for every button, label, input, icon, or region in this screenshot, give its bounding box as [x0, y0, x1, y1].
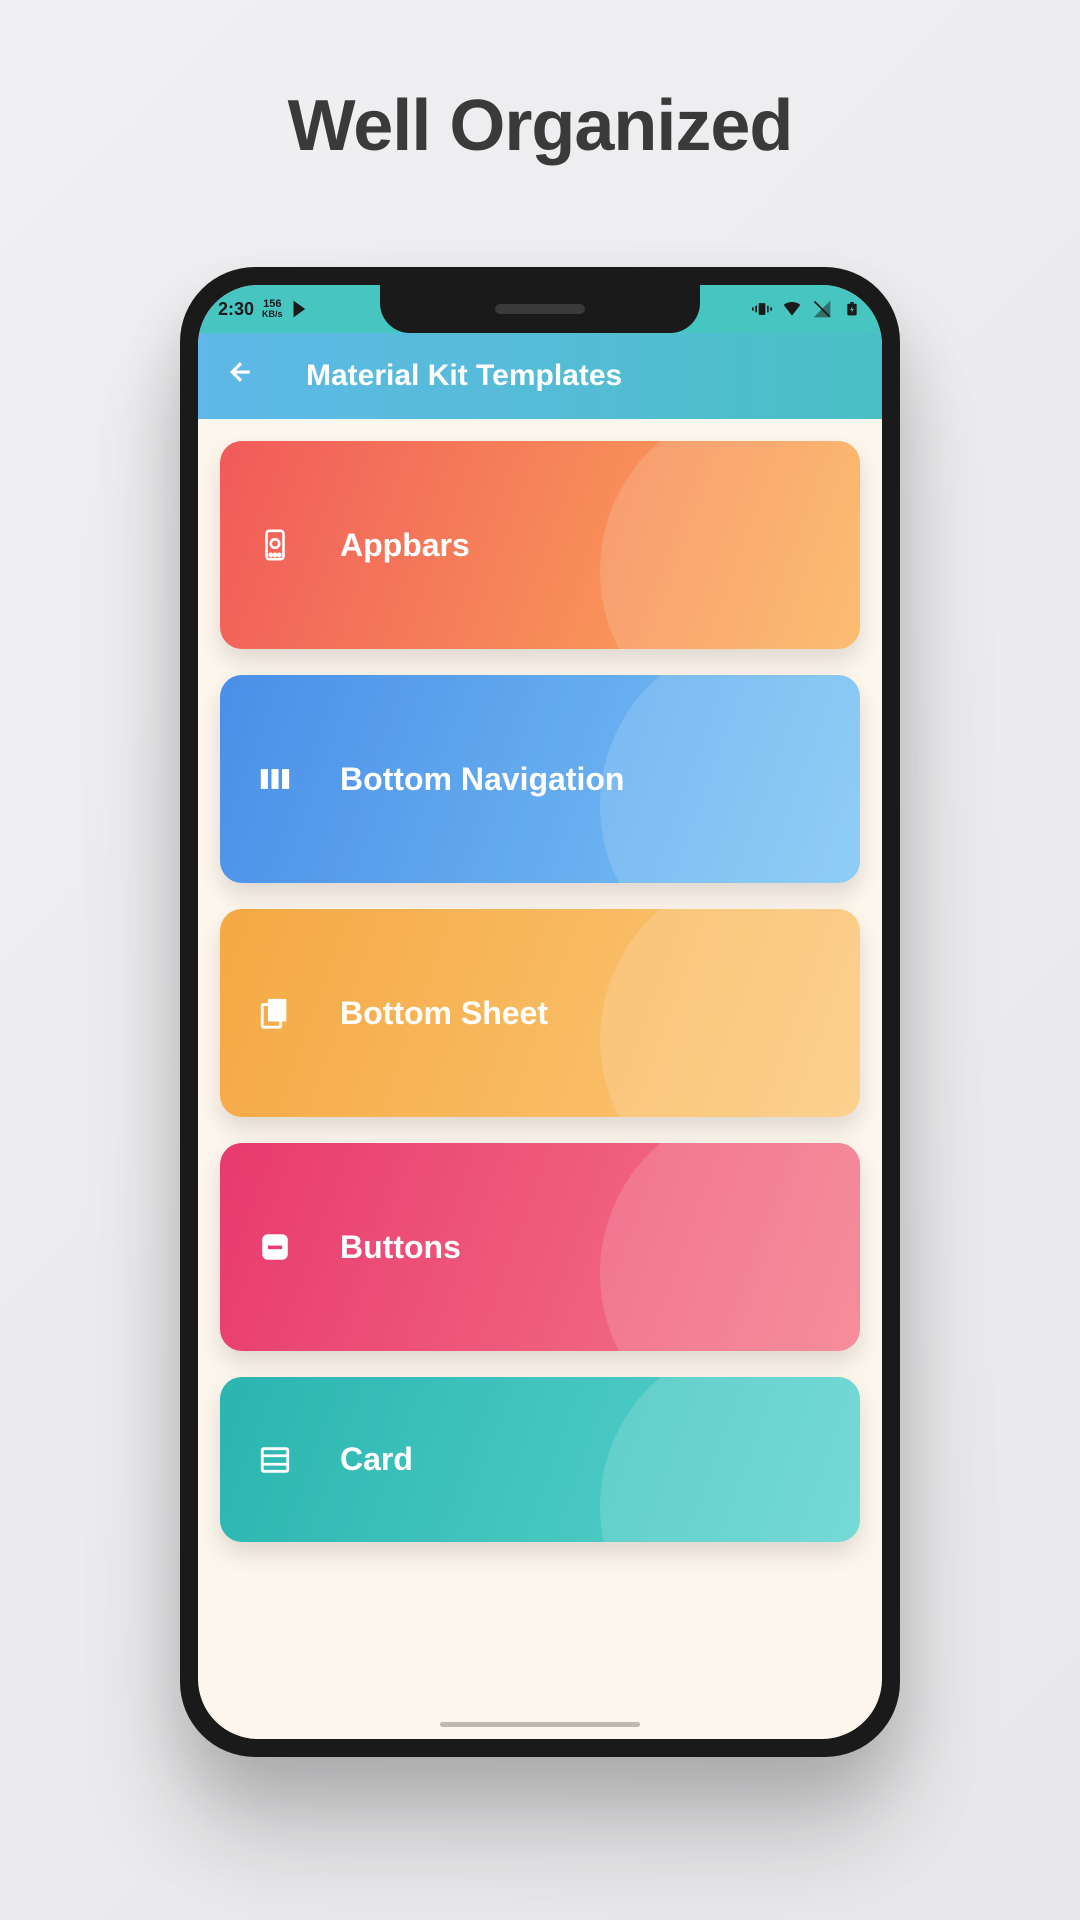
- device-notch: [380, 285, 700, 333]
- status-left: 2:30 156 KB/s: [218, 299, 311, 320]
- decorative-blob: [600, 1377, 860, 1542]
- minus-square-icon: [256, 1228, 294, 1266]
- decorative-blob: [600, 675, 860, 883]
- battery-charging-icon: [842, 299, 862, 319]
- card-label: Card: [340, 1441, 413, 1478]
- card-label: Bottom Sheet: [340, 995, 548, 1032]
- status-speed-unit: KB/s: [262, 310, 283, 319]
- app-header: Material Kit Templates: [198, 333, 882, 419]
- appbars-icon: [256, 526, 294, 564]
- decorative-blob: [600, 441, 860, 649]
- card-buttons[interactable]: Buttons: [220, 1143, 860, 1351]
- card-layout-icon: [256, 1441, 294, 1479]
- signal-icon: [812, 299, 832, 319]
- phone-frame: 2:30 156 KB/s: [180, 267, 900, 1757]
- card-label: Bottom Navigation: [340, 761, 624, 798]
- copy-icon: [256, 994, 294, 1032]
- notch-speaker: [495, 304, 585, 314]
- card-bottom-sheet[interactable]: Bottom Sheet: [220, 909, 860, 1117]
- card-bottom-navigation[interactable]: Bottom Navigation: [220, 675, 860, 883]
- phone-screen: 2:30 156 KB/s: [198, 285, 882, 1739]
- app-title: Material Kit Templates: [306, 359, 622, 393]
- status-speed: 156 KB/s: [262, 299, 283, 319]
- play-store-icon: [291, 299, 311, 319]
- columns-icon: [256, 760, 294, 798]
- card-card[interactable]: Card: [220, 1377, 860, 1542]
- card-appbars[interactable]: Appbars: [220, 441, 860, 649]
- vibrate-icon: [752, 299, 772, 319]
- card-label: Buttons: [340, 1229, 461, 1266]
- home-indicator[interactable]: [440, 1722, 640, 1727]
- card-label: Appbars: [340, 527, 470, 564]
- decorative-blob: [600, 1143, 860, 1351]
- status-time: 2:30: [218, 299, 254, 320]
- status-right: [752, 299, 862, 319]
- back-arrow-icon[interactable]: [226, 357, 256, 395]
- wifi-icon: [782, 299, 802, 319]
- page-headline: Well Organized: [288, 85, 793, 167]
- decorative-blob: [600, 909, 860, 1117]
- card-list: Appbars Bottom Navigation Bottom Sheet: [198, 419, 882, 1542]
